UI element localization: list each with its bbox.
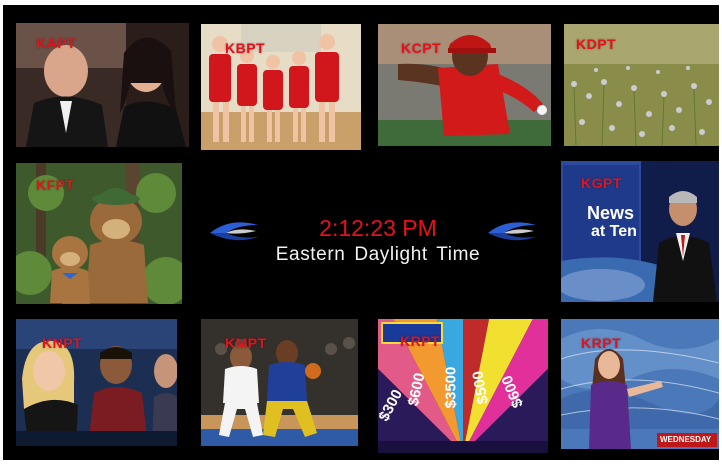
channel-label: KGPT: [581, 175, 622, 191]
channel-label: KBPT: [225, 40, 266, 56]
wheel-value: $3500: [442, 366, 460, 409]
channel-tile-kmpt[interactable]: KMPT: [201, 319, 358, 446]
channel-label: KFPT: [36, 177, 75, 193]
channel-tile-kapt[interactable]: KAPT: [16, 23, 189, 147]
channel-tile-krpt-wheel[interactable]: KRPT $300 $600 $3500 $500 $600: [378, 319, 548, 453]
channel-tile-kfpt[interactable]: KFPT: [16, 163, 182, 304]
channel-label: KDPT: [576, 36, 617, 52]
channel-tile-kbpt[interactable]: KBPT: [201, 24, 361, 150]
clock-time: 2:12:23 PM: [319, 215, 437, 241]
channel-label: KCPT: [401, 40, 442, 56]
weather-day-badge: WEDNESDAY: [660, 435, 712, 444]
news-at-ten-line1: News: [587, 203, 635, 223]
clock-timezone: Eastern Daylight Time: [275, 244, 481, 265]
channel-label: KNPT: [42, 335, 83, 351]
channel-label: KRPT: [581, 335, 622, 351]
channel-tile-kcpt[interactable]: KCPT: [378, 24, 551, 146]
channel-tile-krpt-weather[interactable]: KRPT WEDNESDAY: [561, 319, 719, 449]
channel-label: KRPT: [400, 333, 441, 349]
clock-display: 2:12:23 PM Eastern Daylight Time: [208, 215, 548, 275]
channel-tile-knpt[interactable]: KNPT: [16, 319, 177, 446]
channel-tile-kdpt[interactable]: KDPT: [564, 24, 719, 146]
channel-label: KMPT: [225, 335, 267, 351]
channel-guide-screen: KAPT KBPT KCPT KDPT KFPT KGPT News at Te…: [3, 5, 719, 460]
channel-label: KAPT: [36, 35, 77, 51]
news-at-ten-line2: at Ten: [591, 223, 637, 240]
tv-comedy-cast-thumbnail: [16, 319, 177, 446]
channel-tile-kgpt[interactable]: KGPT News at Ten: [561, 161, 719, 302]
